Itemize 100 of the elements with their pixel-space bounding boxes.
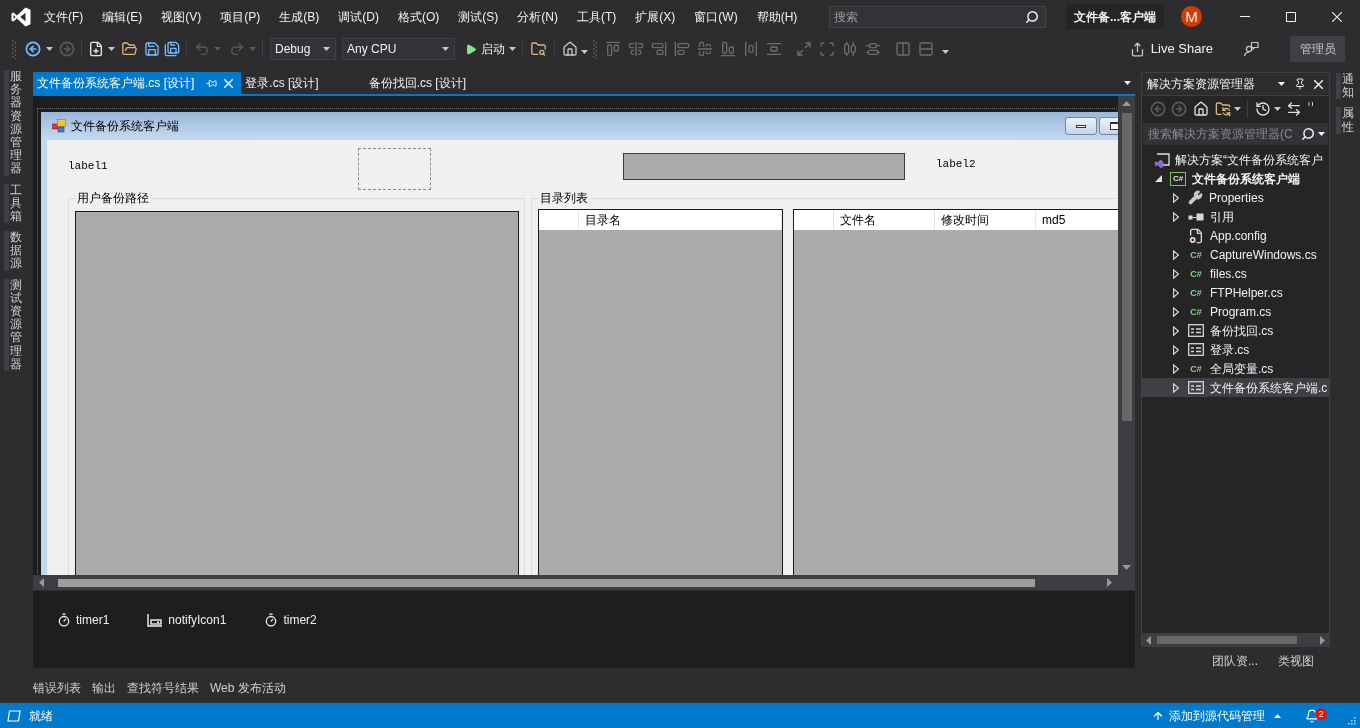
- caret-icon[interactable]: [1274, 107, 1281, 111]
- scroll-right-icon[interactable]: [1320, 635, 1325, 645]
- menu-item[interactable]: 分析(N): [517, 4, 558, 29]
- resize-grip-icon[interactable]: [1347, 716, 1356, 725]
- tray-component[interactable]: notifyIcon1: [147, 611, 227, 629]
- scroll-up-icon[interactable]: [1122, 101, 1131, 106]
- expand-arrow-icon[interactable]: [1173, 287, 1179, 298]
- tool-window-tab[interactable]: 数据源: [4, 231, 24, 271]
- menu-item[interactable]: 格式(O): [398, 4, 440, 29]
- menu-item[interactable]: 文件(F): [44, 4, 84, 29]
- form-minimize-button[interactable]: [1065, 117, 1097, 135]
- scroll-left-icon[interactable]: [1146, 635, 1151, 645]
- caret-icon[interactable]: [509, 47, 516, 51]
- save-all-icon[interactable]: [164, 41, 180, 57]
- scroll-right-icon[interactable]: [1107, 578, 1112, 587]
- caret-icon[interactable]: [581, 50, 588, 54]
- tray-component[interactable]: timer2: [264, 611, 317, 629]
- back-icon[interactable]: [25, 41, 41, 57]
- caret-icon[interactable]: [1278, 82, 1285, 86]
- tab-list-caret-icon[interactable]: [1124, 81, 1131, 85]
- vertical-spacing-icon[interactable]: [766, 41, 782, 57]
- tool-window-tab[interactable]: 类视图: [1278, 652, 1314, 670]
- expand-arrow-icon[interactable]: [1173, 192, 1179, 203]
- tool-window-tab[interactable]: 通知: [1336, 73, 1356, 100]
- tree-item[interactable]: C# files.cs: [1142, 264, 1329, 283]
- align-left-icon[interactable]: [674, 41, 690, 57]
- bell-icon[interactable]: [1305, 708, 1319, 723]
- column-header[interactable]: 修改时间: [935, 210, 1036, 230]
- platform-dropdown[interactable]: Any CPU: [342, 38, 455, 60]
- horizontal-scrollbar[interactable]: [1142, 633, 1329, 647]
- tree-item[interactable]: C# CaptureWindows.cs: [1142, 245, 1329, 264]
- tree-item[interactable]: Properties: [1142, 188, 1329, 207]
- list-view[interactable]: 文件名 修改时间 md5: [793, 209, 1118, 575]
- column-header[interactable]: 文件名: [834, 210, 935, 230]
- collapse-arrow-icon[interactable]: [1154, 175, 1162, 182]
- search-field[interactable]: 搜索: [829, 5, 1046, 28]
- tool-window-tab[interactable]: Web 发布活动: [210, 679, 286, 697]
- rows-icon[interactable]: [918, 41, 934, 57]
- align-bottom-icon[interactable]: [720, 41, 736, 57]
- tool-window-tab[interactable]: 错误列表: [33, 679, 81, 697]
- menu-item[interactable]: 视图(V): [161, 4, 202, 29]
- expand-arrow-icon[interactable]: [1173, 268, 1179, 279]
- caret-icon[interactable]: [942, 50, 949, 54]
- folder-icon[interactable]: [121, 41, 138, 57]
- expand-arrow-icon[interactable]: [1173, 306, 1179, 317]
- grip-icon[interactable]: [12, 39, 16, 59]
- search-icon[interactable]: [1301, 127, 1315, 141]
- search-field[interactable]: 搜索解决方案资源管理器(C: [1143, 123, 1328, 145]
- menu-item[interactable]: 工具(T): [577, 4, 617, 29]
- new-file-icon[interactable]: [88, 41, 104, 57]
- columns-icon[interactable]: [895, 41, 911, 57]
- tree-item[interactable]: C# 全局变量.cs: [1142, 359, 1329, 378]
- document-tab[interactable]: 登录.cs [设计]: [241, 72, 323, 94]
- tree-item[interactable]: C# Program.cs: [1142, 302, 1329, 321]
- tree-item[interactable]: C# FTPHelper.cs: [1142, 283, 1329, 302]
- scroll-left-icon[interactable]: [39, 578, 44, 587]
- tool-window-tab[interactable]: 服务器资源管理器: [4, 70, 24, 176]
- tray-component[interactable]: timer1: [57, 611, 110, 629]
- menu-item[interactable]: 测试(S): [458, 4, 499, 29]
- search-icon[interactable]: [1025, 9, 1039, 24]
- live-share-button[interactable]: Live Share: [1129, 37, 1213, 61]
- menu-item[interactable]: 生成(B): [279, 4, 320, 29]
- double-tick-icon[interactable]: [1308, 102, 1314, 106]
- menu-item[interactable]: 调试(D): [338, 4, 379, 29]
- caret-icon[interactable]: [1318, 132, 1325, 136]
- menu-item[interactable]: 扩展(X): [635, 4, 676, 29]
- distribute-horizontal-icon[interactable]: [842, 41, 858, 57]
- align-middle-icon[interactable]: [697, 41, 713, 57]
- caret-icon[interactable]: [1234, 107, 1241, 111]
- pin-icon[interactable]: [1294, 78, 1306, 90]
- folder-search-icon[interactable]: [530, 41, 547, 57]
- vertical-scrollbar[interactable]: [1118, 96, 1135, 575]
- house-icon[interactable]: [1193, 101, 1209, 117]
- admin-button[interactable]: 管理员: [1290, 36, 1345, 62]
- align-center-icon[interactable]: [628, 41, 644, 57]
- scrollbar-thumb[interactable]: [1121, 113, 1132, 421]
- tree-item[interactable]: 引用: [1142, 207, 1329, 226]
- source-control-button[interactable]: 添加到源代码管理: [1152, 706, 1281, 725]
- house-icon[interactable]: [562, 41, 578, 57]
- menu-item[interactable]: 编辑(E): [102, 4, 143, 29]
- tool-window-tab[interactable]: 输出: [92, 679, 116, 697]
- tree-item[interactable]: 备份找回.cs: [1142, 321, 1329, 340]
- expand-arrow-icon[interactable]: [1173, 325, 1179, 336]
- caret-icon[interactable]: [442, 47, 449, 51]
- avatar-icon[interactable]: M: [1181, 6, 1202, 27]
- start-button[interactable]: 启动: [463, 38, 518, 60]
- tool-window-tab[interactable]: 团队资...: [1212, 652, 1258, 670]
- tree-item[interactable]: 解决方案“文件备份系统客户: [1142, 150, 1329, 169]
- grip-icon[interactable]: [593, 39, 597, 59]
- tree-item[interactable]: C# 文件备份系统客户端: [1142, 169, 1329, 188]
- diagonal-arrows-icon[interactable]: [796, 41, 812, 57]
- caret-icon[interactable]: [108, 47, 115, 51]
- scrollbar-thumb[interactable]: [1157, 636, 1297, 644]
- menu-item[interactable]: 项目(P): [220, 4, 261, 29]
- configuration-dropdown[interactable]: Debug: [270, 38, 336, 60]
- horizontal-scrollbar[interactable]: [33, 575, 1118, 590]
- tool-window-tab[interactable]: 查找符号结果: [127, 679, 199, 697]
- expand-arrow-icon[interactable]: [1173, 344, 1179, 355]
- scroll-down-icon[interactable]: [1122, 565, 1131, 570]
- expand-arrow-icon[interactable]: [1173, 249, 1179, 260]
